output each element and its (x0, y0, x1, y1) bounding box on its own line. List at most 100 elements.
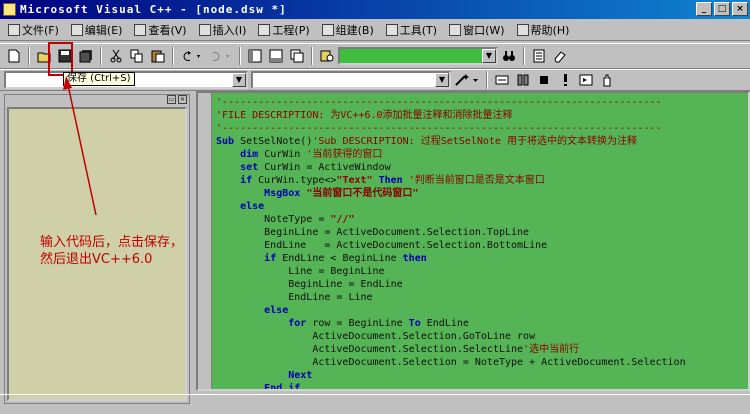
paste-button[interactable] (148, 46, 168, 66)
code-token: 'Sub DESCRIPTION: 过程SetSelNote 用于将选中的文本转… (312, 136, 637, 147)
menu-window[interactable]: 窗口(W) (443, 20, 510, 40)
save-tooltip: 保存 (Ctrl+S) (63, 72, 135, 86)
find-in-files-button[interactable] (317, 46, 337, 66)
pane-restore-icon[interactable]: ▭ (167, 95, 176, 104)
standard-toolbar: ▼ (0, 43, 750, 69)
code-token: SetSelNote() (240, 136, 313, 147)
menu-file[interactable]: 文件(F) (2, 20, 65, 40)
code-line: '---------------------------------------… (216, 96, 686, 109)
magic-wand-icon (455, 74, 478, 86)
copy-button[interactable] (127, 46, 147, 66)
undo-button[interactable] (178, 46, 206, 66)
code-line: 'FILE DESCRIPTION: 为VC++6.0添加批量注释和消除批量注释 (216, 109, 686, 122)
paste-icon (151, 50, 165, 63)
code-line: ActiveDocument.Selection.SelectLine'选中当前… (216, 343, 686, 356)
code-token: "当前窗口不是代码窗口" (306, 188, 419, 199)
code-line: EndLine = Line (216, 291, 686, 304)
menu-tools[interactable]: 工具(T) (380, 20, 443, 40)
properties-icon (533, 49, 545, 63)
menu-project[interactable]: 工程(P) (252, 20, 315, 40)
build-icon (517, 74, 529, 86)
breakpoint-button[interactable] (597, 70, 617, 90)
stop-build-button[interactable] (534, 70, 554, 90)
code-token: if (264, 253, 283, 264)
workspace-button[interactable] (245, 46, 265, 66)
close-button[interactable]: × (732, 2, 748, 16)
code-token: "//" (330, 214, 355, 225)
code-line: else (216, 304, 686, 317)
workspace-icon (248, 49, 262, 63)
cut-button[interactable] (106, 46, 126, 66)
menu-build[interactable]: 组建(B) (316, 20, 380, 40)
code-area[interactable]: '---------------------------------------… (216, 96, 686, 389)
project-menu-icon (258, 23, 271, 36)
toolbar-separator (486, 71, 488, 89)
go-button[interactable] (576, 70, 596, 90)
annotation-text: 输入代码后，点击保存， 然后退出VC++6.0 (40, 235, 184, 267)
copy-icon (130, 49, 143, 63)
build-button[interactable] (513, 70, 533, 90)
maximize-button[interactable]: □ (714, 2, 730, 16)
file-menu-icon (8, 23, 20, 36)
code-token: Then (372, 175, 409, 186)
window-menu-icon (449, 23, 462, 36)
cut-icon (110, 49, 122, 63)
toolbar-separator (311, 47, 313, 65)
chevron-down-icon[interactable]: ▼ (232, 73, 246, 87)
chevron-down-icon[interactable]: ▼ (482, 49, 496, 63)
code-token: '当前获得的窗口 (306, 149, 383, 160)
wizard-action-button[interactable] (452, 70, 482, 90)
redo-button[interactable] (207, 46, 235, 66)
pane-close-icon[interactable]: × (178, 95, 187, 104)
new-file-button[interactable] (4, 46, 24, 66)
minimize-button[interactable]: _ (696, 2, 712, 16)
find-button[interactable] (499, 46, 519, 66)
properties-button[interactable] (529, 46, 549, 66)
code-token: CurWin (264, 149, 307, 160)
eraser-button[interactable] (550, 46, 570, 66)
toolbar-separator (523, 47, 525, 65)
code-token: ActiveDocument.Selection = NoteType + Ac… (216, 357, 686, 368)
code-token: Line = BeginLine (216, 266, 385, 277)
code-token: ActiveDocument.Selection.SelectLine (216, 344, 524, 355)
code-line: Next (216, 369, 686, 382)
menu-insert[interactable]: 插入(I) (193, 20, 253, 40)
menu-view[interactable]: 查看(V) (128, 20, 192, 40)
compile-button[interactable] (492, 70, 512, 90)
menu-edit[interactable]: 编辑(E) (65, 20, 129, 40)
save-button-highlight (48, 42, 73, 76)
code-line: if EndLine < BeginLine then (216, 252, 686, 265)
code-token: row = BeginLine (312, 318, 409, 329)
toolbar-separator (239, 47, 241, 65)
menu-bar: 文件(F) 编辑(E) 查看(V) 插入(I) 工程(P) 组建(B) 工具(T… (0, 19, 750, 41)
code-line: set CurWin = ActiveWindow (216, 161, 686, 174)
execute-button[interactable] (555, 70, 575, 90)
menu-help[interactable]: 帮助(H) (511, 20, 576, 40)
redo-icon (212, 52, 229, 61)
code-line: for row = BeginLine To EndLine (216, 317, 686, 330)
tools-menu-icon (385, 23, 398, 36)
code-line: BeginLine = ActiveDocument.Selection.Top… (216, 226, 686, 239)
window-list-button[interactable] (287, 46, 307, 66)
code-line: dim CurWin '当前获得的窗口 (216, 148, 686, 161)
eraser-icon (554, 51, 566, 63)
code-token: EndLine < BeginLine (282, 253, 403, 264)
hand-icon (603, 74, 611, 87)
member-combobox[interactable]: ▼ (251, 71, 451, 89)
code-token: set (240, 162, 265, 173)
code-line: Sub SetSelNote()'Sub DESCRIPTION: 过程SetS… (216, 135, 686, 148)
output-window-button[interactable] (266, 46, 286, 66)
toolbar-separator (100, 47, 102, 65)
find-combobox[interactable]: ▼ (338, 47, 498, 65)
exclamation-icon (564, 74, 567, 86)
save-all-button[interactable] (76, 46, 96, 66)
build-menu-icon (321, 23, 334, 36)
code-editor[interactable]: '---------------------------------------… (196, 91, 750, 391)
chevron-down-icon[interactable]: ▼ (435, 73, 449, 87)
